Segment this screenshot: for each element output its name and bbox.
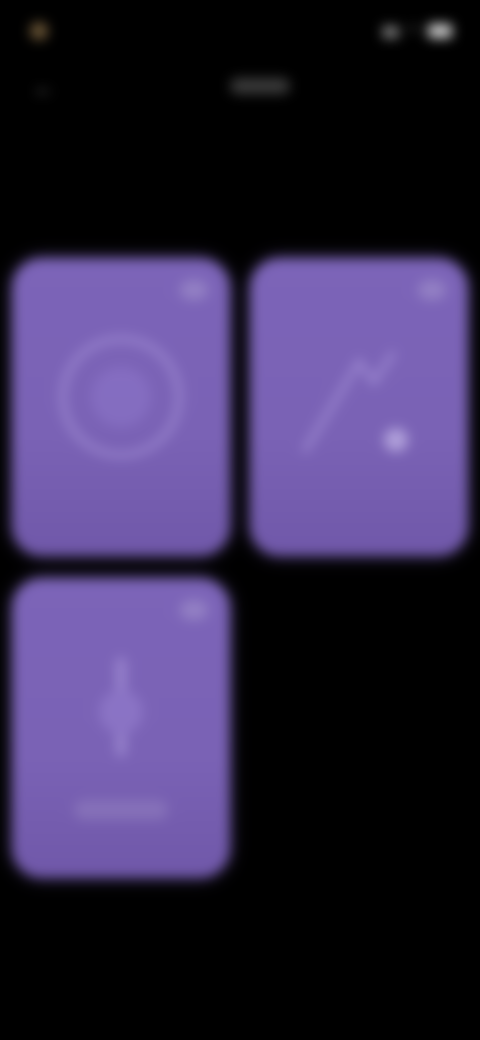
status-left: [30, 22, 58, 40]
toolbar: ←: [30, 70, 450, 106]
option-card-1[interactable]: [12, 258, 230, 556]
figure-illustration-icon: [99, 657, 143, 757]
sparkle-illustration-icon: [301, 350, 408, 454]
card-label: [74, 800, 168, 820]
card-badge: [418, 280, 446, 300]
circle-illustration-icon: [60, 336, 182, 458]
status-right: ▮▮ ◠: [382, 22, 452, 40]
battery-icon: [428, 24, 452, 38]
back-button[interactable]: ←: [30, 74, 58, 102]
status-bar: ▮▮ ◠: [30, 18, 452, 44]
card-badge: [180, 600, 208, 620]
screen: ▮▮ ◠ ←: [0, 0, 480, 1040]
notification-icon: [30, 22, 48, 40]
option-card-3[interactable]: [12, 578, 230, 878]
back-arrow-icon: ←: [33, 75, 55, 100]
wifi-icon: ◠: [406, 23, 420, 40]
card-badge: [180, 280, 208, 300]
blurred-content: ▮▮ ◠ ←: [0, 0, 480, 1040]
option-card-2[interactable]: [250, 258, 468, 556]
signal-icon: ▮▮: [382, 23, 399, 40]
toolbar-center-label: [230, 78, 290, 94]
